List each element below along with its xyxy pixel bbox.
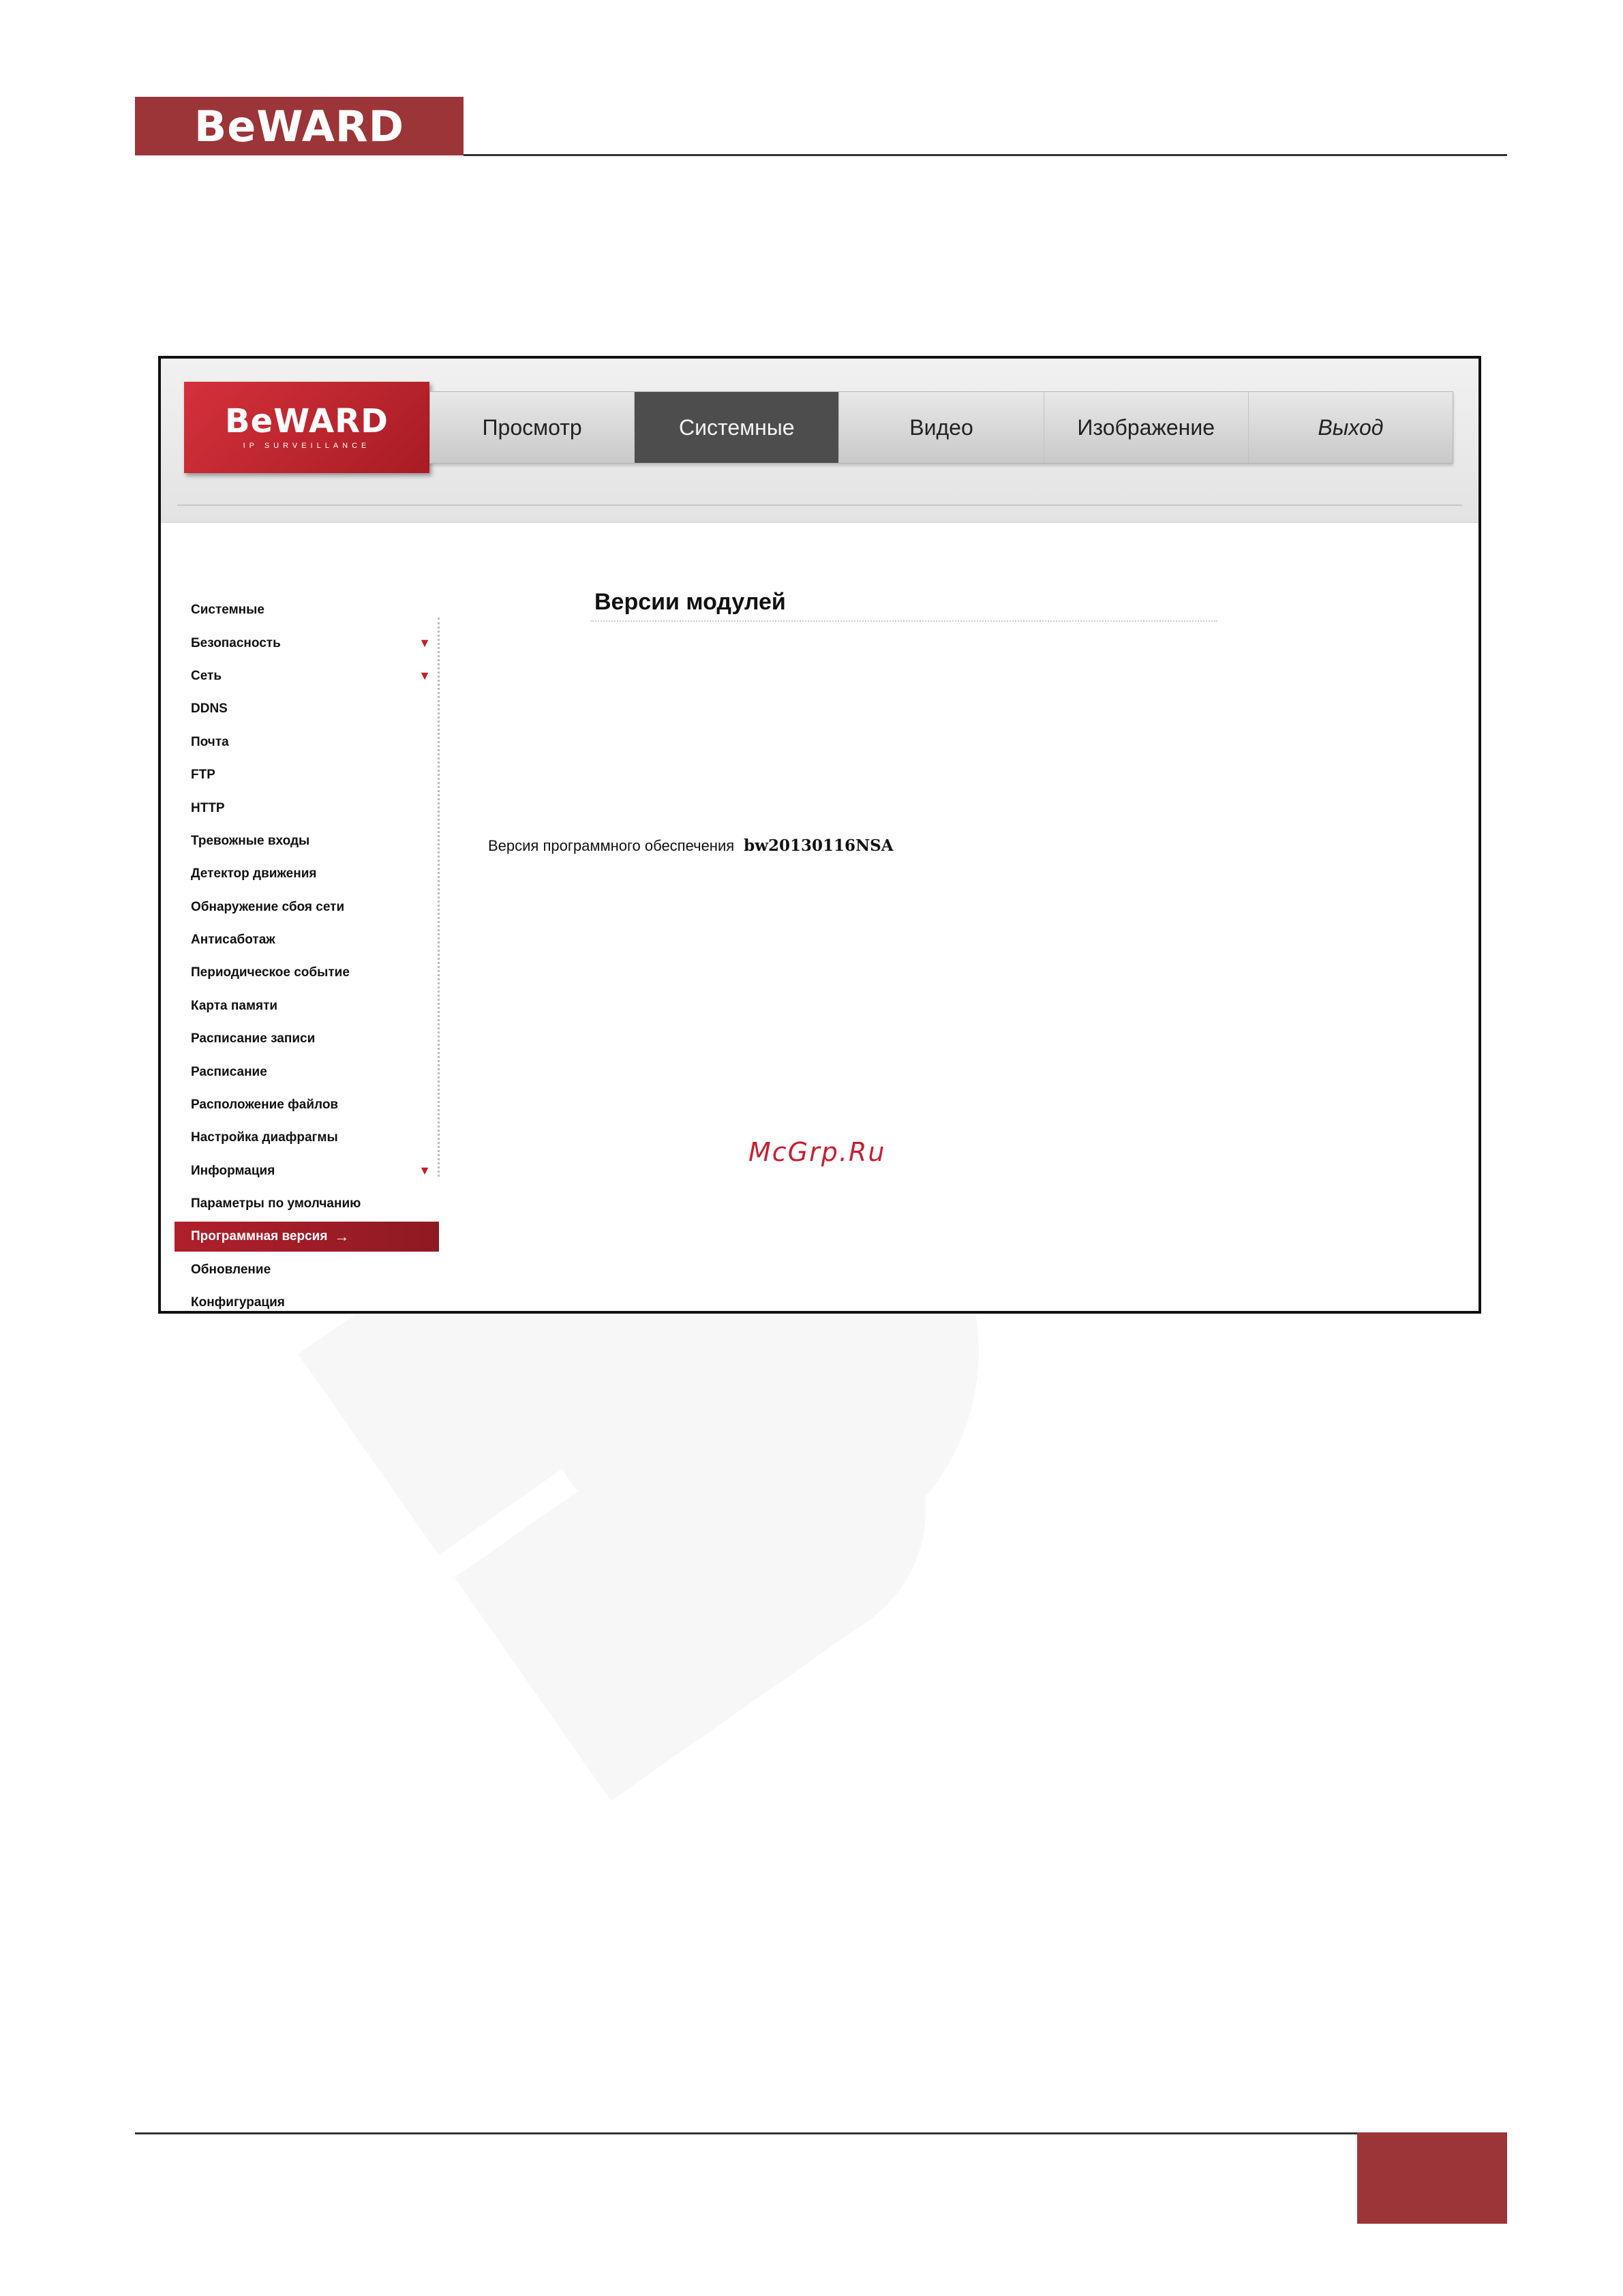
footer-page-block: [1357, 2132, 1507, 2224]
sidebar-item-label: Конфигурация: [191, 1295, 285, 1310]
footer-divider: [135, 2132, 1357, 2134]
tab-logout[interactable]: Выход: [1249, 392, 1453, 463]
sidebar-item-iris-settings[interactable]: Настройка диафрагмы: [175, 1121, 439, 1154]
top-band-divider: [177, 504, 1462, 506]
sidebar-divider: [438, 618, 440, 1177]
tab-image[interactable]: Изображение: [1044, 392, 1249, 463]
sidebar-item-http[interactable]: HTTP: [175, 791, 439, 824]
expand-icon: ▼: [419, 669, 431, 683]
sidebar-item-label: Расписание: [191, 1064, 267, 1079]
sidebar-item-alarm-inputs[interactable]: Тревожные входы: [175, 825, 439, 858]
sidebar-item-memory-card[interactable]: Карта памяти: [175, 990, 439, 1023]
header-divider: [464, 154, 1507, 156]
sidebar-item-label: Обнаружение сбоя сети: [191, 899, 345, 914]
sidebar-item-network[interactable]: Сеть ▼: [175, 660, 439, 693]
sidebar-item-mail[interactable]: Почта: [175, 726, 439, 759]
sidebar-item-label: Обновление: [191, 1262, 271, 1277]
sidebar-item-label: Системные: [191, 603, 264, 618]
sidebar-item-label: Программная версия: [191, 1229, 328, 1244]
sidebar-item-label: FTP: [191, 768, 215, 783]
brand-logo: BeWARD: [135, 97, 464, 155]
sidebar-item-label: Расписание записи: [191, 1031, 316, 1046]
sidebar-item-update[interactable]: Обновление: [175, 1253, 439, 1286]
sidebar-item-software-version[interactable]: Программная версия →: [175, 1222, 439, 1252]
tab-system[interactable]: Системные: [635, 392, 840, 463]
app-logo-brand: BeWARD: [225, 402, 389, 440]
software-version-row: Версия программного обеспечения bw2013011…: [488, 836, 894, 855]
app-logo-tagline: IP SURVEILLANCE: [243, 442, 371, 450]
sidebar-item-label: Безопасность: [191, 635, 281, 650]
device-web-interface: BeWARD IP SURVEILLANCE Просмотр Системны…: [158, 356, 1481, 1314]
expand-icon: ▼: [419, 636, 431, 650]
sidebar-item-periodic-event[interactable]: Периодическое событие: [175, 956, 439, 989]
sidebar-item-label: Настройка диафрагмы: [191, 1130, 338, 1145]
sidebar-item-label: Информация: [191, 1163, 275, 1178]
sidebar-item-ddns[interactable]: DDNS: [175, 693, 439, 725]
sidebar-item-defaults[interactable]: Параметры по умолчанию: [175, 1188, 439, 1220]
sidebar-item-network-failure[interactable]: Обнаружение сбоя сети: [175, 891, 439, 924]
software-version-label: Версия программного обеспечения: [488, 837, 735, 854]
site-watermark-text: McGrp.Ru: [748, 1137, 886, 1167]
tab-video[interactable]: Видео: [839, 392, 1044, 463]
arrow-right-icon: →: [334, 1228, 350, 1245]
sidebar-item-system[interactable]: Системные: [175, 594, 439, 626]
sidebar-item-label: Параметры по умолчанию: [191, 1196, 361, 1211]
sidebar-item-record-schedule[interactable]: Расписание записи: [175, 1023, 439, 1055]
sidebar-item-information[interactable]: Информация ▼: [175, 1155, 439, 1188]
sidebar-item-schedule[interactable]: Расписание: [175, 1055, 439, 1088]
sidebar-item-tamper[interactable]: Антисаботаж: [175, 924, 439, 956]
sidebar-item-label: HTTP: [191, 800, 225, 815]
title-divider: [590, 620, 1217, 622]
sidebar-item-file-location[interactable]: Расположение файлов: [175, 1089, 439, 1121]
sidebar: Системные Безопасность ▼ Сеть ▼ DDNS Почта…: [175, 594, 439, 1311]
sidebar-item-label: Карта памяти: [191, 998, 278, 1013]
software-version-value: bw20130116NSA: [744, 836, 894, 855]
sidebar-item-motion-detector[interactable]: Детектор движения: [175, 858, 439, 890]
sidebar-item-label: Расположение файлов: [191, 1098, 339, 1113]
app-logo[interactable]: BeWARD IP SURVEILLANCE: [184, 382, 429, 473]
sidebar-item-label: Почта: [191, 734, 229, 749]
sidebar-item-label: Детектор движения: [191, 866, 317, 881]
sidebar-item-label: DDNS: [191, 701, 228, 716]
tab-view[interactable]: Просмотр: [430, 392, 635, 463]
sidebar-item-security[interactable]: Безопасность ▼: [175, 626, 439, 659]
sidebar-item-ftp[interactable]: FTP: [175, 759, 439, 791]
sidebar-item-label: Сеть: [191, 668, 222, 683]
sidebar-item-configuration[interactable]: Конфигурация: [175, 1286, 439, 1311]
sidebar-item-label: Периодическое событие: [191, 965, 350, 980]
sidebar-item-label: Антисаботаж: [191, 933, 275, 948]
page-title: Версии модулей: [594, 589, 786, 615]
main-nav: Просмотр Системные Видео Изображение Вых…: [429, 391, 1453, 464]
expand-icon: ▼: [419, 1164, 431, 1178]
brand-logo-text: BeWARD: [194, 101, 405, 151]
sidebar-item-label: Тревожные входы: [191, 833, 310, 848]
